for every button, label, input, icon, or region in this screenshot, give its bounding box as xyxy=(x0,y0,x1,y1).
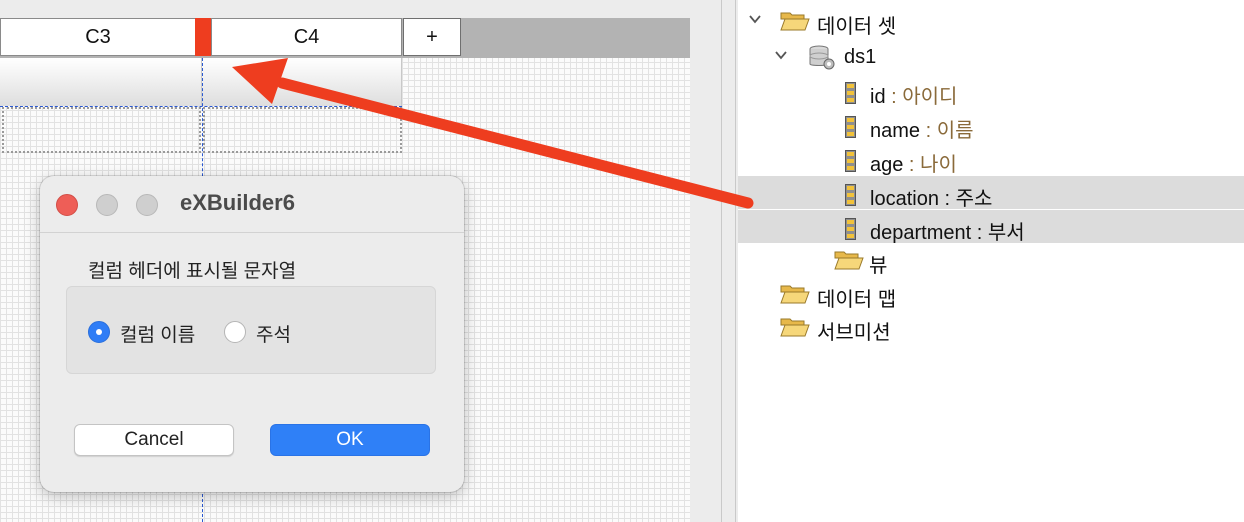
tree-item-field-name[interactable]: name : 이름 xyxy=(738,108,1244,142)
grid-header-cell-drop-target[interactable] xyxy=(202,58,402,106)
tree-item-ds1[interactable]: ds1 xyxy=(738,40,1244,73)
dialog-prompt: 컬럼 헤더에 표시될 문자열 xyxy=(88,261,297,282)
field-column-icon xyxy=(845,116,856,138)
chevron-down-icon[interactable] xyxy=(774,48,788,62)
dataset-icon xyxy=(809,45,835,70)
field-separator: : xyxy=(885,86,903,108)
field-column-icon xyxy=(845,82,856,104)
ok-button[interactable]: OK xyxy=(270,424,430,456)
tree-item-submission-folder[interactable]: 서브미션 xyxy=(738,310,1244,344)
tree-item-datamap-folder[interactable]: 데이터 맵 xyxy=(738,277,1244,311)
folder-open-icon xyxy=(780,318,810,337)
tree-item-label: 데이터 셋 xyxy=(817,16,897,38)
ok-button-label: OK xyxy=(336,429,364,450)
field-column-icon xyxy=(845,150,856,172)
field-column-icon xyxy=(845,184,856,206)
radio-comment[interactable] xyxy=(224,321,246,343)
column-header-c4-label: C4 xyxy=(293,25,320,48)
canvas-right-margin xyxy=(690,0,738,522)
field-separator: : xyxy=(920,120,937,142)
panel-separator xyxy=(721,0,722,522)
add-column-label: + xyxy=(426,25,438,48)
tree-item-field-location[interactable]: location : 주소 xyxy=(738,176,1244,210)
dialog-title: eXBuilder6 xyxy=(180,190,295,215)
tree-item-label: 뷰 xyxy=(869,255,888,277)
radio-comment-label[interactable]: 주석 xyxy=(256,320,291,347)
horizontal-guide-line xyxy=(0,106,402,107)
column-resize-divider[interactable] xyxy=(195,18,212,56)
field-column-icon xyxy=(845,218,856,240)
field-name: id xyxy=(870,86,886,108)
chevron-down-icon[interactable] xyxy=(748,12,762,26)
design-canvas[interactable]: C3 C4 + eXBuilder6 컬럼 헤더에 표시될 문자열 컬럼 이름 … xyxy=(0,0,738,522)
window-close-button[interactable] xyxy=(56,194,78,216)
tree-item-view-folder[interactable]: 뷰 xyxy=(738,243,1244,277)
field-separator: : xyxy=(971,222,988,244)
radio-column-name-label[interactable]: 컬럼 이름 xyxy=(120,320,195,347)
grid-body-cell[interactable] xyxy=(2,107,201,153)
tree-item-field-id[interactable]: id : 아이디 xyxy=(738,74,1244,108)
field-comment: 나이 xyxy=(920,154,957,176)
tree-item-field-age[interactable]: age : 나이 xyxy=(738,142,1244,176)
cancel-button[interactable]: Cancel xyxy=(74,424,234,456)
dialog-divider xyxy=(40,232,464,233)
column-header-c4[interactable]: C4 xyxy=(211,18,402,56)
field-name: name xyxy=(870,120,921,142)
field-comment: 주소 xyxy=(955,188,993,210)
radio-column-name[interactable] xyxy=(88,321,110,343)
tree-item-field-department[interactable]: department : 부서 xyxy=(738,210,1244,244)
folder-open-icon xyxy=(780,12,810,31)
tree-item-label: ds1 xyxy=(844,46,877,68)
grid-body-cell[interactable] xyxy=(203,107,402,153)
field-name: department xyxy=(870,222,972,244)
field-comment: 아이디 xyxy=(902,86,958,108)
field-separator: : xyxy=(938,188,956,210)
canvas-top-strip xyxy=(0,0,690,18)
panel-separator[interactable] xyxy=(735,0,736,522)
dataset-tree-panel: 데이터 셋 ds1 id : 아이디 name: 이름 age: 나이 lo… xyxy=(738,0,1244,522)
field-comment: 부서 xyxy=(987,222,1025,244)
grid-header-cell[interactable] xyxy=(0,58,202,106)
field-comment: 이름 xyxy=(936,120,974,142)
folder-open-icon xyxy=(834,251,864,270)
column-header-c3-label: C3 xyxy=(85,25,111,48)
field-separator: : xyxy=(903,154,921,176)
add-column-button[interactable]: + xyxy=(403,18,461,56)
column-header-dialog: eXBuilder6 컬럼 헤더에 표시될 문자열 컬럼 이름 주석 Cance… xyxy=(40,176,464,492)
folder-open-icon xyxy=(780,285,810,304)
field-name: age xyxy=(870,154,904,176)
window-minimize-button[interactable] xyxy=(96,194,118,216)
tree-item-label: 서브미션 xyxy=(817,322,891,344)
tree-item-dataset-folder[interactable]: 데이터 셋 xyxy=(738,4,1244,38)
column-header-c3[interactable]: C3 xyxy=(0,18,196,56)
window-zoom-button[interactable] xyxy=(136,194,158,216)
tree-item-label: 데이터 맵 xyxy=(817,289,897,311)
cancel-button-label: Cancel xyxy=(124,429,184,450)
field-name: location xyxy=(870,188,939,210)
